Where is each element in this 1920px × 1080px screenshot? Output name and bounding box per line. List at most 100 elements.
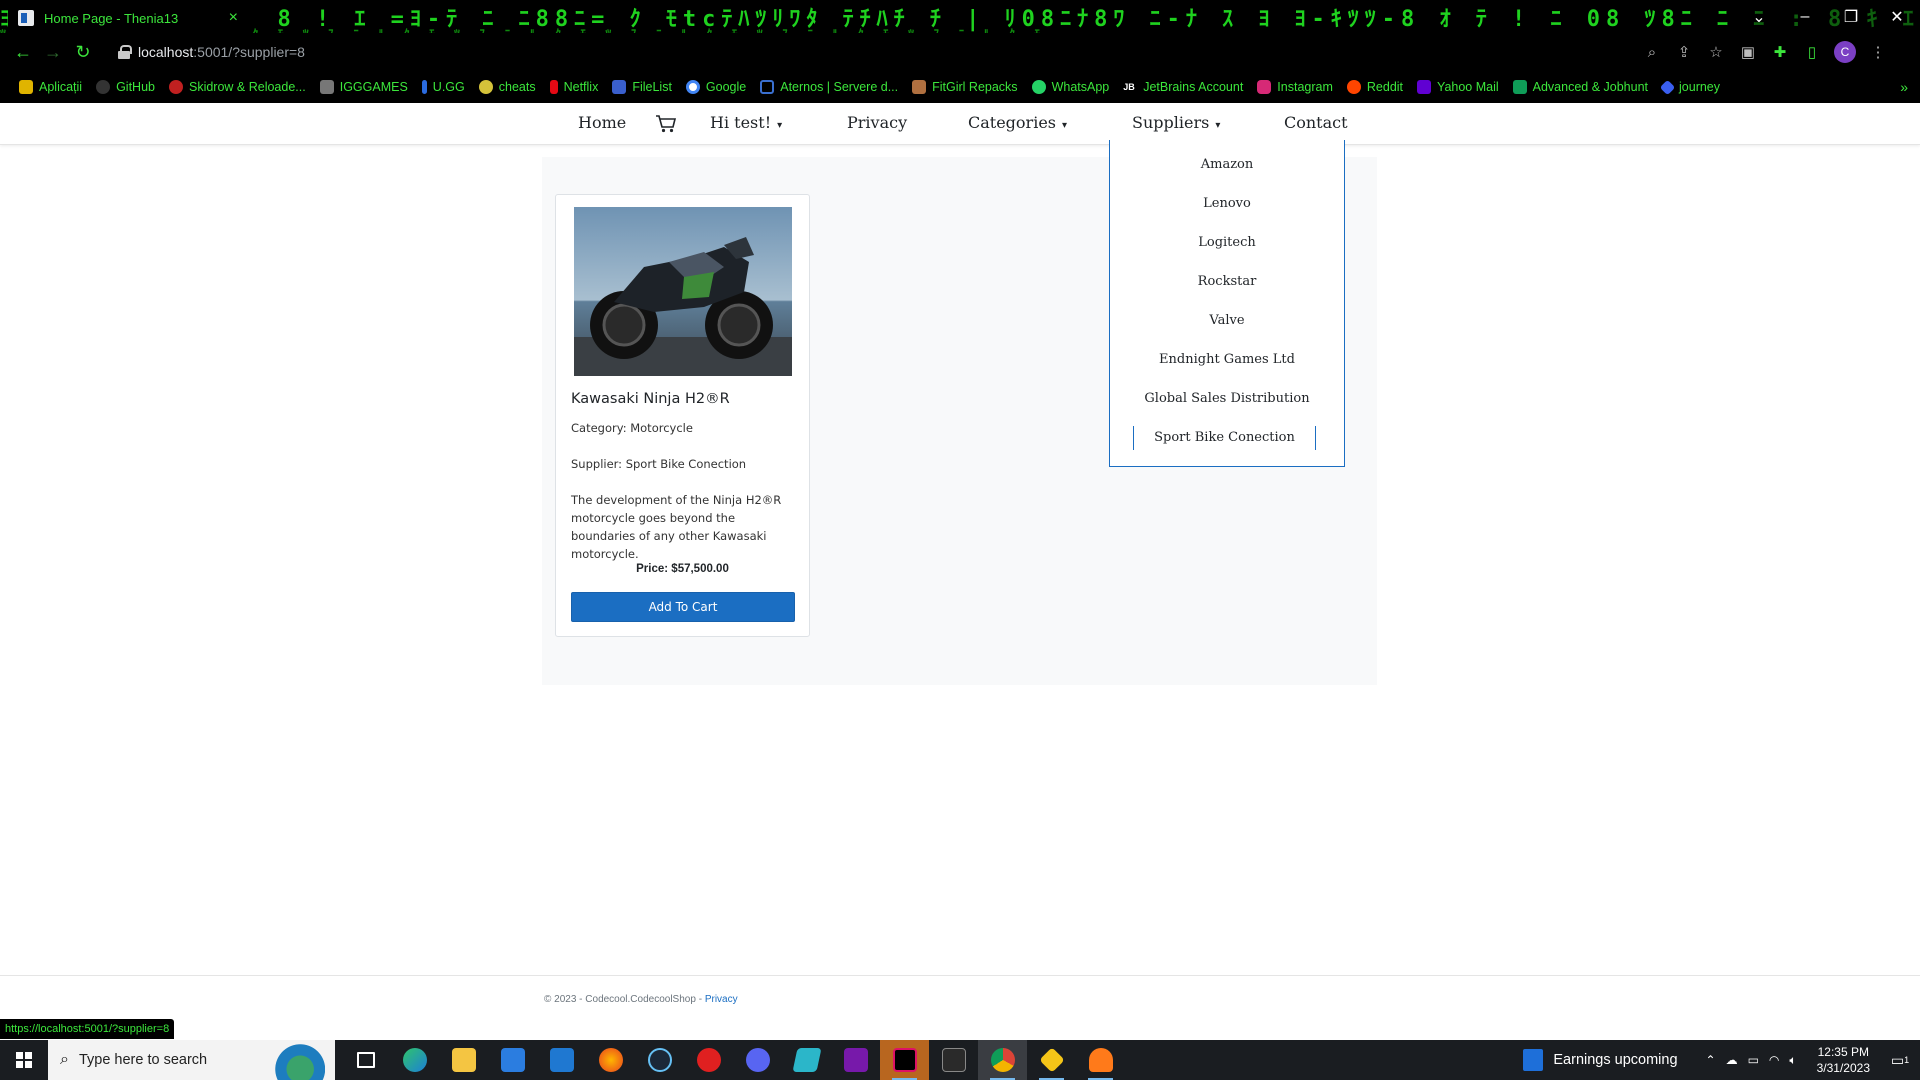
bookmark-journey[interactable]: journey: [1655, 73, 1727, 101]
address-bar[interactable]: localhost:5001/?supplier=8 ⌕ ⇪ ☆ ▣ ✚ ▯ C…: [118, 37, 1888, 67]
bookmark-label: GitHub: [116, 80, 155, 94]
tab-search-icon[interactable]: ⌄: [1736, 0, 1782, 33]
bookmark-reddit[interactable]: Reddit: [1340, 73, 1410, 101]
instagram-icon: [1257, 80, 1272, 94]
tab-close-icon[interactable]: ×: [229, 9, 238, 27]
lock-icon[interactable]: [118, 45, 132, 59]
onedrive-icon[interactable]: ☁: [1726, 1053, 1738, 1068]
url-text[interactable]: localhost:5001/?supplier=8: [138, 44, 305, 60]
notification-center-button[interactable]: ▭ 1: [1880, 1052, 1920, 1069]
taskbar-file-explorer[interactable]: [439, 1040, 488, 1080]
nav-categories[interactable]: Categories ▾: [968, 113, 1067, 132]
restore-icon[interactable]: ❐: [1828, 0, 1874, 33]
bookmark-instagram[interactable]: Instagram: [1250, 73, 1340, 101]
bookmark-netflix[interactable]: Netflix: [543, 73, 606, 101]
taskbar-firefox[interactable]: [586, 1040, 635, 1080]
supplier-item-logitech[interactable]: Logitech: [1110, 235, 1344, 250]
browser-menu-icon[interactable]: ⋮: [1868, 42, 1888, 62]
product-name: Kawasaki Ninja H2®R: [571, 391, 730, 407]
task-view-button[interactable]: [341, 1040, 390, 1080]
search-highlight-image: [263, 1044, 325, 1080]
cart-icon[interactable]: [655, 114, 677, 134]
bookmark-apps[interactable]: Aplicații: [12, 73, 89, 101]
extensions-puzzle-icon[interactable]: ✚: [1770, 42, 1790, 62]
bookmarks-overflow-icon[interactable]: »: [1900, 79, 1908, 95]
bookmark-label: Advanced & Jobhunt: [1532, 80, 1649, 94]
bookmark-jetbrains[interactable]: JB JetBrains Account: [1116, 73, 1250, 101]
bookmark-aternos[interactable]: Aternos | Servere d...: [753, 73, 905, 101]
share-icon[interactable]: ⇪: [1674, 42, 1694, 62]
bookmark-google[interactable]: Google: [679, 73, 753, 101]
start-button[interactable]: [0, 1040, 48, 1080]
forward-arrow-icon[interactable]: →: [38, 37, 68, 67]
footer-privacy-link[interactable]: Privacy: [705, 994, 738, 1005]
motorcycle-image: [574, 207, 792, 376]
add-to-cart-button[interactable]: Add To Cart: [571, 592, 795, 622]
taskbar-onenote[interactable]: [831, 1040, 880, 1080]
supplier-item-lenovo[interactable]: Lenovo: [1110, 196, 1344, 211]
reload-icon[interactable]: ↻: [68, 37, 98, 67]
network-icon[interactable]: ◠: [1769, 1053, 1779, 1068]
product-description: The development of the Ninja H2®R motorc…: [571, 493, 782, 561]
rider-icon: [892, 1048, 917, 1072]
nav-home[interactable]: Home: [578, 113, 626, 132]
taskbar-rider[interactable]: [880, 1040, 929, 1080]
extension-icon[interactable]: ▣: [1738, 42, 1758, 62]
bookmark-github[interactable]: GitHub: [89, 73, 162, 101]
nav-suppliers[interactable]: Suppliers ▾: [1132, 113, 1220, 132]
supplier-item-amazon[interactable]: Amazon: [1110, 157, 1344, 172]
taskbar-store[interactable]: [488, 1040, 537, 1080]
taskbar-app-diamond[interactable]: [1027, 1040, 1076, 1080]
supplier-item-endnight-games[interactable]: Endnight Games Ltd: [1110, 352, 1344, 367]
bookmark-skidrow[interactable]: Skidrow & Reloade...: [162, 73, 313, 101]
side-panel-icon[interactable]: ▯: [1802, 42, 1822, 62]
bookmark-filelist[interactable]: FileList: [605, 73, 679, 101]
supplier-item-valve[interactable]: Valve: [1110, 313, 1344, 328]
minimize-icon[interactable]: –: [1782, 0, 1828, 33]
steam-icon: [647, 1048, 672, 1072]
close-window-icon[interactable]: ✕: [1874, 0, 1920, 33]
bookmark-advanced-jobhunt[interactable]: Advanced & Jobhunt: [1506, 73, 1655, 101]
bookmark-ugg[interactable]: U.GG: [415, 73, 472, 101]
bookmark-star-icon[interactable]: ☆: [1706, 42, 1726, 62]
tray-overflow-icon[interactable]: ⌃: [1706, 1053, 1716, 1068]
windows-logo-icon: [16, 1052, 32, 1068]
supplier-item-rockstar[interactable]: Rockstar: [1110, 274, 1344, 289]
battery-icon[interactable]: ▭: [1748, 1053, 1759, 1068]
bookmark-igggames[interactable]: IGGGAMES: [313, 73, 415, 101]
volume-icon[interactable]: 🔈︎: [1789, 1053, 1796, 1068]
whatsapp-icon: [1031, 80, 1046, 94]
taskbar-epic-games[interactable]: [929, 1040, 978, 1080]
taskbar-discord[interactable]: [733, 1040, 782, 1080]
taskbar-edge[interactable]: [390, 1040, 439, 1080]
nav-user-menu[interactable]: Hi test! ▾: [710, 113, 782, 132]
news-widget[interactable]: Earnings upcoming: [1505, 1049, 1695, 1071]
taskbar-chrome[interactable]: [978, 1040, 1027, 1080]
footer-copyright: © 2023 - Codecool.CodecoolShop -: [544, 994, 705, 1005]
bookmark-fitgirl[interactable]: FitGirl Repacks: [905, 73, 1024, 101]
zoom-icon[interactable]: ⌕: [1642, 42, 1662, 62]
bookmark-label: IGGGAMES: [339, 80, 408, 94]
supplier-item-sport-bike-conection[interactable]: Sport Bike Conection: [1133, 426, 1316, 450]
taskbar-clock[interactable]: 12:35 PM 3/31/2023: [1807, 1044, 1880, 1076]
bookmark-yahoo-mail[interactable]: Yahoo Mail: [1410, 73, 1506, 101]
omnibox-actions: ⌕ ⇪ ☆ ▣ ✚ ▯ C ⋮: [1642, 41, 1888, 63]
supplier-item-global-sales-distribution[interactable]: Global Sales Distribution: [1110, 391, 1344, 406]
nav-contact[interactable]: Contact: [1284, 113, 1348, 132]
taskbar-search[interactable]: ⌕ Type here to search: [48, 1040, 335, 1080]
taskbar-app-teal[interactable]: [782, 1040, 831, 1080]
profile-avatar[interactable]: C: [1834, 41, 1856, 63]
browser-tab-active[interactable]: Home Page - Thenia13 ×: [8, 3, 248, 33]
nav-privacy[interactable]: Privacy: [847, 113, 907, 132]
back-arrow-icon[interactable]: ←: [8, 37, 38, 67]
bookmark-label: JetBrains Account: [1143, 80, 1244, 94]
taskbar-steam[interactable]: [635, 1040, 684, 1080]
caret-down-icon: ▾: [1215, 120, 1221, 131]
taskbar-game-app[interactable]: [684, 1040, 733, 1080]
bookmark-whatsapp[interactable]: WhatsApp: [1025, 73, 1117, 101]
taskbar-mail[interactable]: [537, 1040, 586, 1080]
bookmark-cheats[interactable]: cheats: [472, 73, 543, 101]
taskbar-app-orange[interactable]: [1076, 1040, 1125, 1080]
mail-icon: [549, 1048, 574, 1072]
sheets-icon: [1512, 80, 1527, 94]
